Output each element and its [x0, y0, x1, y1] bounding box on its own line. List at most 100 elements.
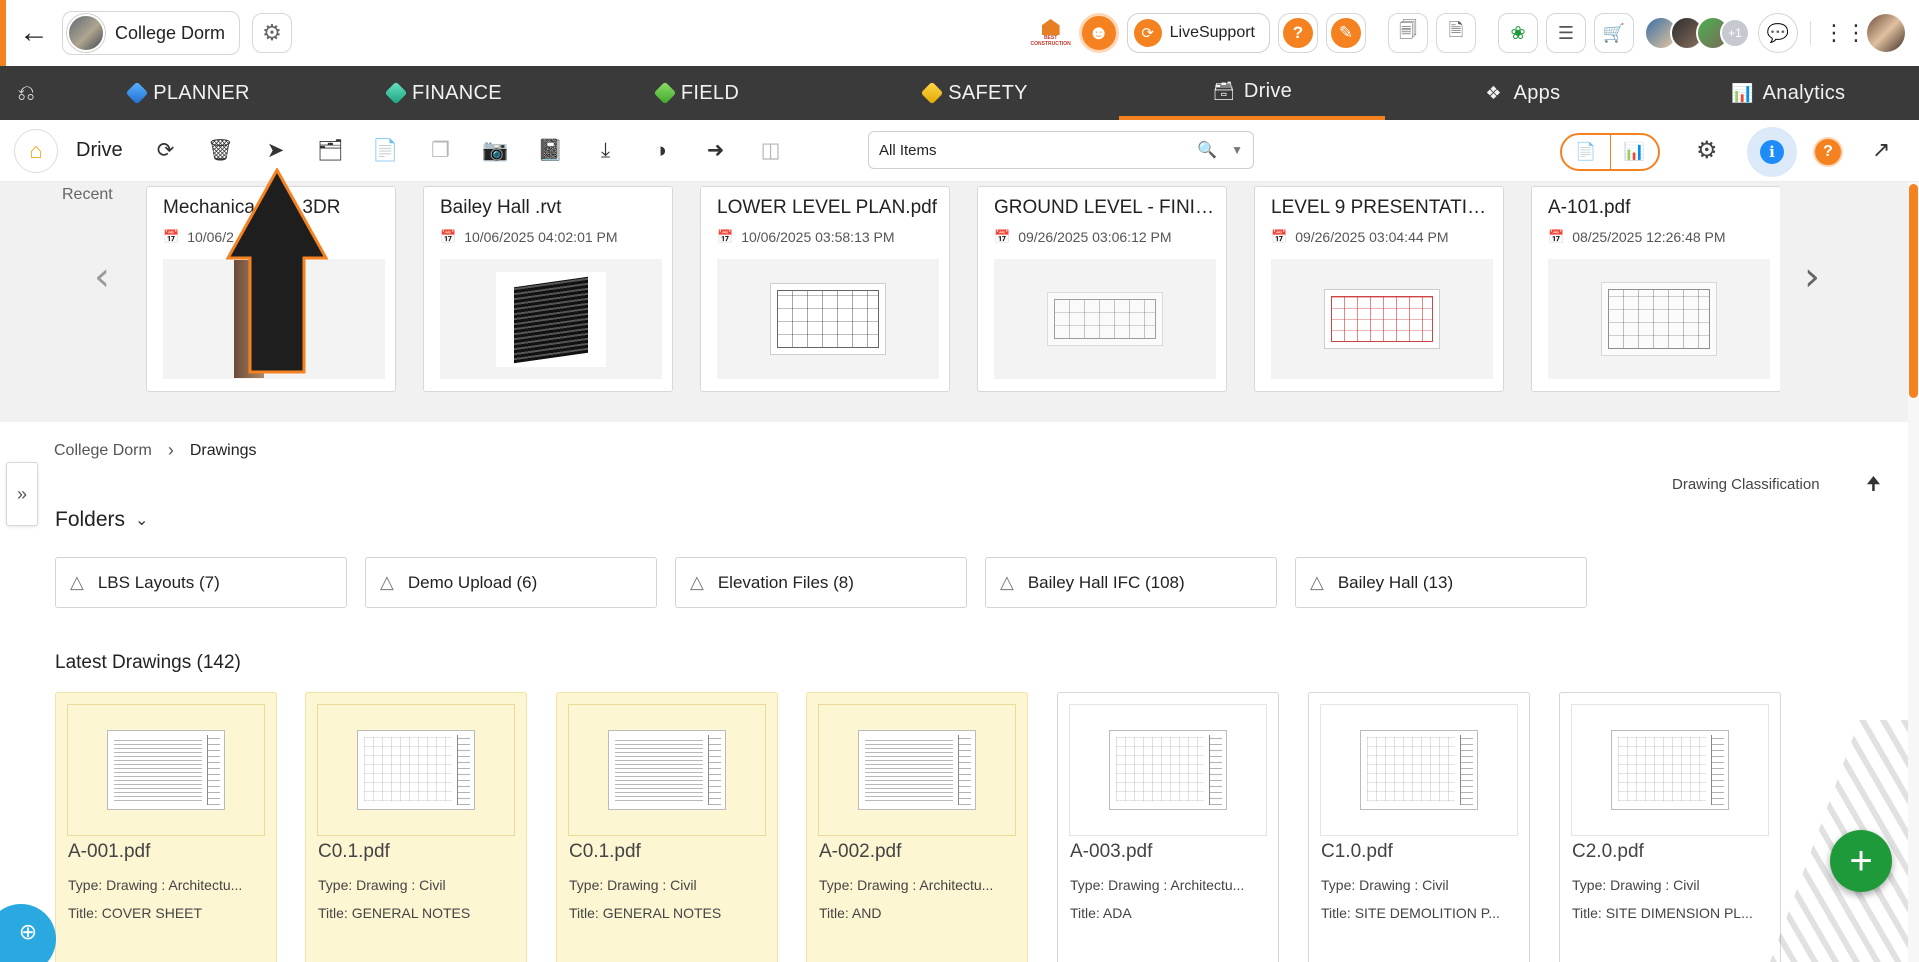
share-icon[interactable]: ➜	[688, 138, 743, 163]
tab-planner-label: PLANNER	[153, 81, 250, 104]
move-icon[interactable]: ➤	[248, 138, 303, 163]
drawing-name: C2.0.pdf	[1572, 841, 1644, 862]
recent-card[interactable]: A-101.pdf 📅 08/25/2025 12:26:48 PM	[1531, 186, 1780, 392]
file-options-icon[interactable]: 📄	[358, 139, 413, 163]
info-button[interactable]: i	[1747, 127, 1797, 177]
tab-finance[interactable]: FINANCE	[327, 66, 563, 120]
open-external-icon[interactable]: ↗	[1872, 137, 1890, 163]
recent-card[interactable]: Bailey Hall .rvt 📅 10/06/2025 04:02:01 PM	[423, 186, 673, 392]
recent-card[interactable]: LEVEL 9 PRESENTATIO... 📅 09/26/2025 03:04…	[1254, 186, 1504, 392]
user-avatar[interactable]	[1867, 14, 1905, 52]
recent-card-title: A-101.pdf	[1548, 197, 1631, 218]
drawing-title: Title: GENERAL NOTES	[318, 905, 471, 921]
back-arrow-icon[interactable]: ←	[6, 0, 62, 66]
properties-icon[interactable]: 🗂	[303, 139, 358, 163]
gear-icon[interactable]: ⚙	[1696, 136, 1718, 165]
latest-drawings-heading: Latest Drawings (142)	[55, 652, 241, 673]
recent-card[interactable]: GROUND LEVEL - FINIS... 📅 09/26/2025 03:0…	[977, 186, 1227, 392]
quick-add-icon[interactable]: ⊕	[0, 904, 56, 962]
help-button[interactable]: ?	[1278, 13, 1318, 53]
folder-card[interactable]: △ Bailey Hall (13)	[1295, 557, 1587, 608]
help-icon[interactable]: ?	[1813, 137, 1843, 167]
folder-card[interactable]: △ Bailey Hall IFC (108)	[985, 557, 1277, 608]
drawing-card[interactable]: A-002.pdf Type: Drawing : Architectu... …	[806, 692, 1028, 962]
version-compare-icon[interactable]: ◑	[633, 139, 688, 163]
drawing-card[interactable]: C0.1.pdf Type: Drawing : Civil Title: GE…	[556, 692, 778, 962]
tab-drive[interactable]: 🗃 Drive	[1119, 66, 1385, 120]
drawing-thumbnail	[1320, 704, 1518, 836]
top-right-actions: BEST CONSTRUCTION ☻ ⟳ LiveSupport ? ✎ 🗐 …	[1030, 0, 1919, 66]
drawing-card[interactable]: C1.0.pdf Type: Drawing : Civil Title: SI…	[1308, 692, 1530, 962]
folder-card[interactable]: △ LBS Layouts (7)	[55, 557, 347, 608]
recent-card-date: 📅 09/26/2025 03:04:44 PM	[1271, 229, 1449, 245]
breadcrumb-root[interactable]: College Dorm	[54, 442, 152, 460]
add-button[interactable]: +	[1830, 830, 1892, 892]
scrollbar-thumb[interactable]	[1909, 184, 1918, 398]
drafting-compass-icon: △	[1000, 572, 1014, 592]
chevron-down-icon[interactable]: ▼	[1231, 143, 1243, 157]
chevron-right-icon[interactable]: ›	[1804, 254, 1820, 300]
chart-view-icon[interactable]: 📊	[1611, 135, 1659, 169]
apps-grid-icon[interactable]: ⋮⋮⋮	[1823, 20, 1889, 46]
calendar-icon: 📅	[717, 229, 734, 244]
recent-card-title: LEVEL 9 PRESENTATIO...	[1271, 197, 1495, 218]
recent-card-date: 📅 10/06/2025 04:02:01 PM	[440, 229, 618, 245]
camera-folder-icon[interactable]: 📷	[468, 139, 523, 163]
divider	[1810, 21, 1811, 45]
home-icon[interactable]: ⌂	[14, 128, 58, 173]
mascot-icon[interactable]: ☻	[1078, 13, 1119, 53]
folder-card[interactable]: △ Demo Upload (6)	[365, 557, 657, 608]
folder-card[interactable]: △ Elevation Files (8)	[675, 557, 967, 608]
chevron-left-icon[interactable]: ‹	[94, 254, 110, 300]
download-icon[interactable]: ⤓	[578, 139, 633, 163]
best-logo-text: BEST CONSTRUCTION	[1030, 35, 1071, 47]
livesupport-button[interactable]: ⟳ LiveSupport	[1126, 13, 1270, 53]
compare-icon[interactable]: ◫	[743, 138, 798, 163]
document-view-icon[interactable]: 📄	[1562, 135, 1611, 169]
recent-card-date: 📅 10/06/2025 03:58:13 PM	[717, 229, 895, 245]
recent-card-date-text: 09/26/2025 03:06:12 PM	[1018, 229, 1172, 245]
cart-icon[interactable]: 🛒	[1594, 13, 1634, 53]
tab-analytics[interactable]: 📊 Analytics	[1657, 66, 1919, 120]
checklist-icon[interactable]: ☰	[1546, 13, 1586, 53]
project-settings-icon[interactable]: ⚙	[252, 13, 293, 53]
edit-button[interactable]: ✎	[1326, 13, 1366, 53]
drafting-compass-icon: △	[70, 572, 84, 592]
trash-icon[interactable]: 🗑	[193, 139, 248, 163]
folders-heading[interactable]: Folders ⌄	[55, 508, 148, 532]
drawing-card[interactable]: C0.1.pdf Type: Drawing : Civil Title: GE…	[305, 692, 527, 962]
sort-label[interactable]: Drawing Classification	[1672, 476, 1820, 493]
tab-safety[interactable]: SAFETY	[833, 66, 1119, 120]
spreadsheet-icon[interactable]: 📓	[523, 139, 578, 163]
drawing-card[interactable]: A-001.pdf Type: Drawing : Architectu... …	[55, 692, 277, 962]
tab-apps[interactable]: ❖ Apps	[1385, 66, 1657, 120]
recent-card-thumbnail	[1271, 259, 1493, 379]
recent-card[interactable]: LOWER LEVEL PLAN.pdf 📅 10/06/2025 03:58:1…	[700, 186, 950, 392]
form-icon[interactable]: 🗐	[1388, 13, 1428, 53]
drawing-card[interactable]: A-003.pdf Type: Drawing : Architectu... …	[1057, 692, 1279, 962]
drafting-compass-icon: △	[1310, 572, 1324, 592]
document-icon[interactable]: 🗎	[1436, 13, 1476, 53]
drawing-thumbnail	[568, 704, 766, 836]
leaf-icon[interactable]: ❀	[1498, 13, 1538, 53]
nav-dashboard-icon[interactable]: ⎌	[0, 66, 52, 120]
recent-label: Recent	[62, 186, 113, 203]
drawing-type: Type: Drawing : Civil	[1572, 877, 1700, 893]
search-input[interactable]: All Items 🔍 ▼	[868, 131, 1254, 169]
tab-planner[interactable]: PLANNER	[52, 66, 327, 120]
view-toggle[interactable]: 📄 📊	[1560, 133, 1660, 171]
drawing-thumbnail	[317, 704, 515, 836]
drawing-type: Type: Drawing : Architectu...	[68, 877, 243, 893]
drawing-card[interactable]: C2.0.pdf Type: Drawing : Civil Title: SI…	[1559, 692, 1781, 962]
copy-icon[interactable]: ❐	[413, 138, 468, 163]
tab-field[interactable]: FIELD	[563, 66, 833, 120]
team-avatars[interactable]: +1	[1644, 16, 1750, 50]
sidebar-expand-button[interactable]: »	[6, 462, 38, 526]
drawing-thumbnail	[67, 704, 265, 836]
refresh-icon[interactable]: ⟳	[138, 138, 193, 163]
project-selector[interactable]: College Dorm	[62, 11, 241, 55]
search-icon[interactable]: 🔍	[1197, 140, 1217, 160]
drawing-title: Title: COVER SHEET	[68, 905, 203, 921]
sort-ascending-icon[interactable]: 🠉	[1866, 472, 1881, 502]
chat-icon[interactable]: 💬	[1758, 13, 1798, 53]
